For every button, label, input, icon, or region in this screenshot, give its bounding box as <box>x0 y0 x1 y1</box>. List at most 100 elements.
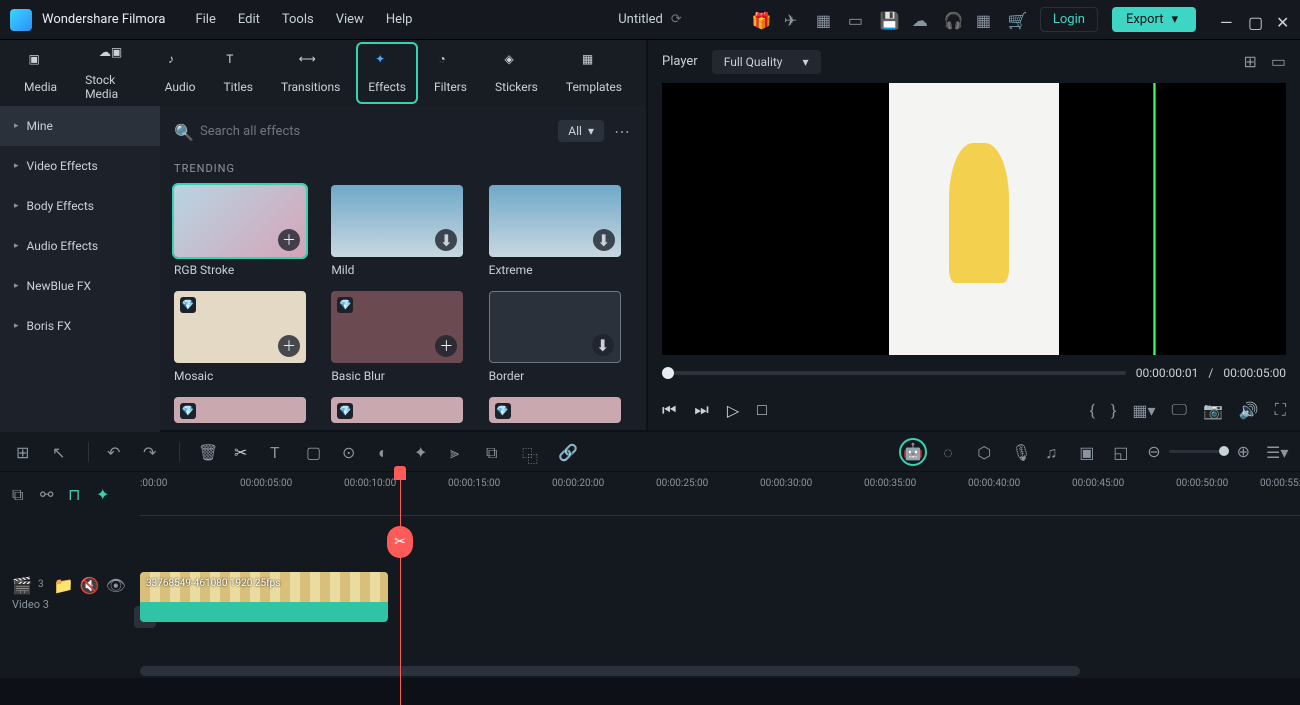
tab-media[interactable]: ▣Media <box>24 52 57 94</box>
sidebar-item-newblue-fx[interactable]: ▸NewBlue FX <box>0 266 160 306</box>
zoom-out-button[interactable]: ⊖ <box>1147 442 1160 461</box>
brace-open-icon[interactable]: { <box>1090 401 1095 420</box>
grid-view-icon[interactable]: ⊞ <box>1243 52 1256 71</box>
tab-filters[interactable]: ◔Filters <box>434 52 467 94</box>
speed-icon[interactable]: ⊙ <box>342 443 360 461</box>
adjust-icon[interactable]: ⫸ <box>450 443 468 461</box>
filter-dropdown[interactable]: All▾ <box>558 120 604 142</box>
download-icon[interactable]: ⬇ <box>593 229 615 251</box>
group-icon[interactable]: ⧉ <box>486 443 504 461</box>
next-frame-button[interactable]: ⏭ <box>694 400 708 420</box>
track-link-icon[interactable]: ⚯ <box>40 485 58 503</box>
zoom-in-button[interactable]: ⊕ <box>1237 442 1250 461</box>
tab-audio[interactable]: ♪Audio <box>165 52 196 94</box>
sidebar-item-mine[interactable]: ▸Mine <box>0 106 160 146</box>
pip-icon[interactable]: ◱ <box>1113 443 1131 461</box>
search-input[interactable] <box>200 124 548 139</box>
snapshot-view-icon[interactable]: ▭ <box>1271 52 1286 71</box>
tracks-area[interactable]: 33768549-461080 1920 25fps <box>140 516 1300 664</box>
effect-rgb-stroke[interactable]: ＋RGB Stroke <box>174 185 306 277</box>
tab-templates[interactable]: ▦Templates <box>566 52 622 94</box>
play-button[interactable]: ▷ <box>727 401 739 420</box>
quality-dropdown[interactable]: Full Quality▾ <box>712 50 821 74</box>
sidebar-item-body-effects[interactable]: ▸Body Effects <box>0 186 160 226</box>
cloud-icon[interactable]: ☁ <box>912 11 930 29</box>
scissor-icon[interactable]: ✂ <box>387 526 413 558</box>
cart-icon[interactable]: 🛒 <box>1008 11 1026 29</box>
effect-row3-3[interactable]: 💎 <box>489 397 621 423</box>
marker-icon[interactable]: ⬡ <box>977 443 995 461</box>
redo-icon[interactable]: ↷ <box>143 443 161 461</box>
effect-row3-1[interactable]: 💎 <box>174 397 306 423</box>
zoom-slider[interactable] <box>1169 450 1229 453</box>
delete-icon[interactable]: 🗑 <box>198 443 216 461</box>
add-icon[interactable]: ＋ <box>278 335 300 357</box>
save-icon[interactable]: 💾 <box>880 11 898 29</box>
aspect-menu-icon[interactable]: ▦▾ <box>1132 401 1155 420</box>
cut-icon[interactable]: ✂ <box>234 443 252 461</box>
add-icon[interactable]: ＋ <box>278 229 300 251</box>
effect-border[interactable]: ⬇Border <box>489 291 621 383</box>
visibility-icon[interactable]: 👁 <box>106 576 122 592</box>
effect-extreme[interactable]: ⬇Extreme <box>489 185 621 277</box>
sidebar-item-video-effects[interactable]: ▸Video Effects <box>0 146 160 186</box>
tab-stock-media[interactable]: ☁▣Stock Media <box>85 45 137 101</box>
close-button[interactable]: ✕ <box>1276 13 1290 27</box>
menu-file[interactable]: File <box>195 12 215 27</box>
effect-mosaic[interactable]: 💎＋Mosaic <box>174 291 306 383</box>
color-icon[interactable]: ◐ <box>378 443 396 461</box>
sidebar-item-audio-effects[interactable]: ▸Audio Effects <box>0 226 160 266</box>
tab-stickers[interactable]: ◈Stickers <box>495 52 538 94</box>
effect-row3-2[interactable]: 💎 <box>331 397 463 423</box>
brace-close-icon[interactable]: } <box>1111 401 1116 420</box>
preview-area[interactable] <box>662 83 1286 355</box>
timeline-scrollbar[interactable] <box>0 664 1300 678</box>
mic-icon[interactable]: 🎙 <box>1011 443 1029 461</box>
tab-titles[interactable]: TTitles <box>223 52 252 94</box>
magnet-icon[interactable]: ⊓ <box>68 485 86 503</box>
crop-icon[interactable]: ▢ <box>306 443 324 461</box>
display-icon[interactable]: 🖵 <box>1172 400 1187 420</box>
export-button[interactable]: Export▾ <box>1112 7 1196 32</box>
volume-icon[interactable]: 🔊 <box>1239 401 1259 420</box>
menu-help[interactable]: Help <box>386 12 413 27</box>
folder-icon[interactable]: 📁 <box>54 576 70 592</box>
stop-button[interactable]: □ <box>757 400 767 420</box>
download-icon[interactable]: ⬇ <box>435 229 457 251</box>
layout-icon[interactable]: ⊞ <box>16 443 34 461</box>
video-clip[interactable]: 33768549-461080 1920 25fps <box>140 572 388 622</box>
time-ruler[interactable]: ✂ :00:00 00:00:05:00 00:00:10:00 00:00:1… <box>140 472 1300 516</box>
menu-view[interactable]: View <box>336 12 364 27</box>
text-icon[interactable]: T <box>270 443 288 461</box>
playhead[interactable]: ✂ <box>400 466 401 705</box>
scrubber[interactable] <box>662 371 1126 375</box>
sidebar-item-boris-fx[interactable]: ▸Boris FX <box>0 306 160 346</box>
menu-edit[interactable]: Edit <box>238 12 260 27</box>
send-icon[interactable]: ✈ <box>784 11 802 29</box>
effect-basic-blur[interactable]: 💎＋Basic Blur <box>331 291 463 383</box>
tab-transitions[interactable]: ⟷Transitions <box>281 52 340 94</box>
list-view-icon[interactable]: ☰▾ <box>1266 443 1284 461</box>
minimize-button[interactable]: — <box>1220 13 1234 27</box>
link-icon[interactable]: 🔗 <box>558 443 576 461</box>
fullscreen-icon[interactable]: ⛶ <box>1275 400 1286 420</box>
ai-button[interactable]: 🤖 <box>899 438 927 466</box>
scrubber-knob[interactable] <box>662 367 674 379</box>
copy-icon[interactable]: ⿻ <box>522 443 540 461</box>
music-icon[interactable]: ♫ <box>1045 443 1063 461</box>
download-icon[interactable]: ⬇ <box>592 334 614 356</box>
effect-mild[interactable]: ⬇Mild <box>331 185 463 277</box>
task-icon[interactable]: ▦ <box>816 11 834 29</box>
undo-icon[interactable]: ↶ <box>107 443 125 461</box>
maximize-button[interactable]: ▢ <box>1248 13 1262 27</box>
screen-icon[interactable]: ▭ <box>848 11 866 29</box>
more-menu-button[interactable]: ⋯ <box>614 122 632 141</box>
prev-frame-button[interactable]: ⏮ <box>662 400 676 420</box>
auto-icon[interactable]: ✦ <box>96 485 114 503</box>
login-button[interactable]: Login <box>1040 7 1098 32</box>
tab-effects[interactable]: ✦Effects <box>358 44 416 102</box>
track-add-icon[interactable]: ⧉ <box>12 485 30 503</box>
mute-icon[interactable]: 🔇 <box>80 576 96 592</box>
menu-tools[interactable]: Tools <box>282 12 314 27</box>
enhance-icon[interactable]: ✦ <box>414 443 432 461</box>
